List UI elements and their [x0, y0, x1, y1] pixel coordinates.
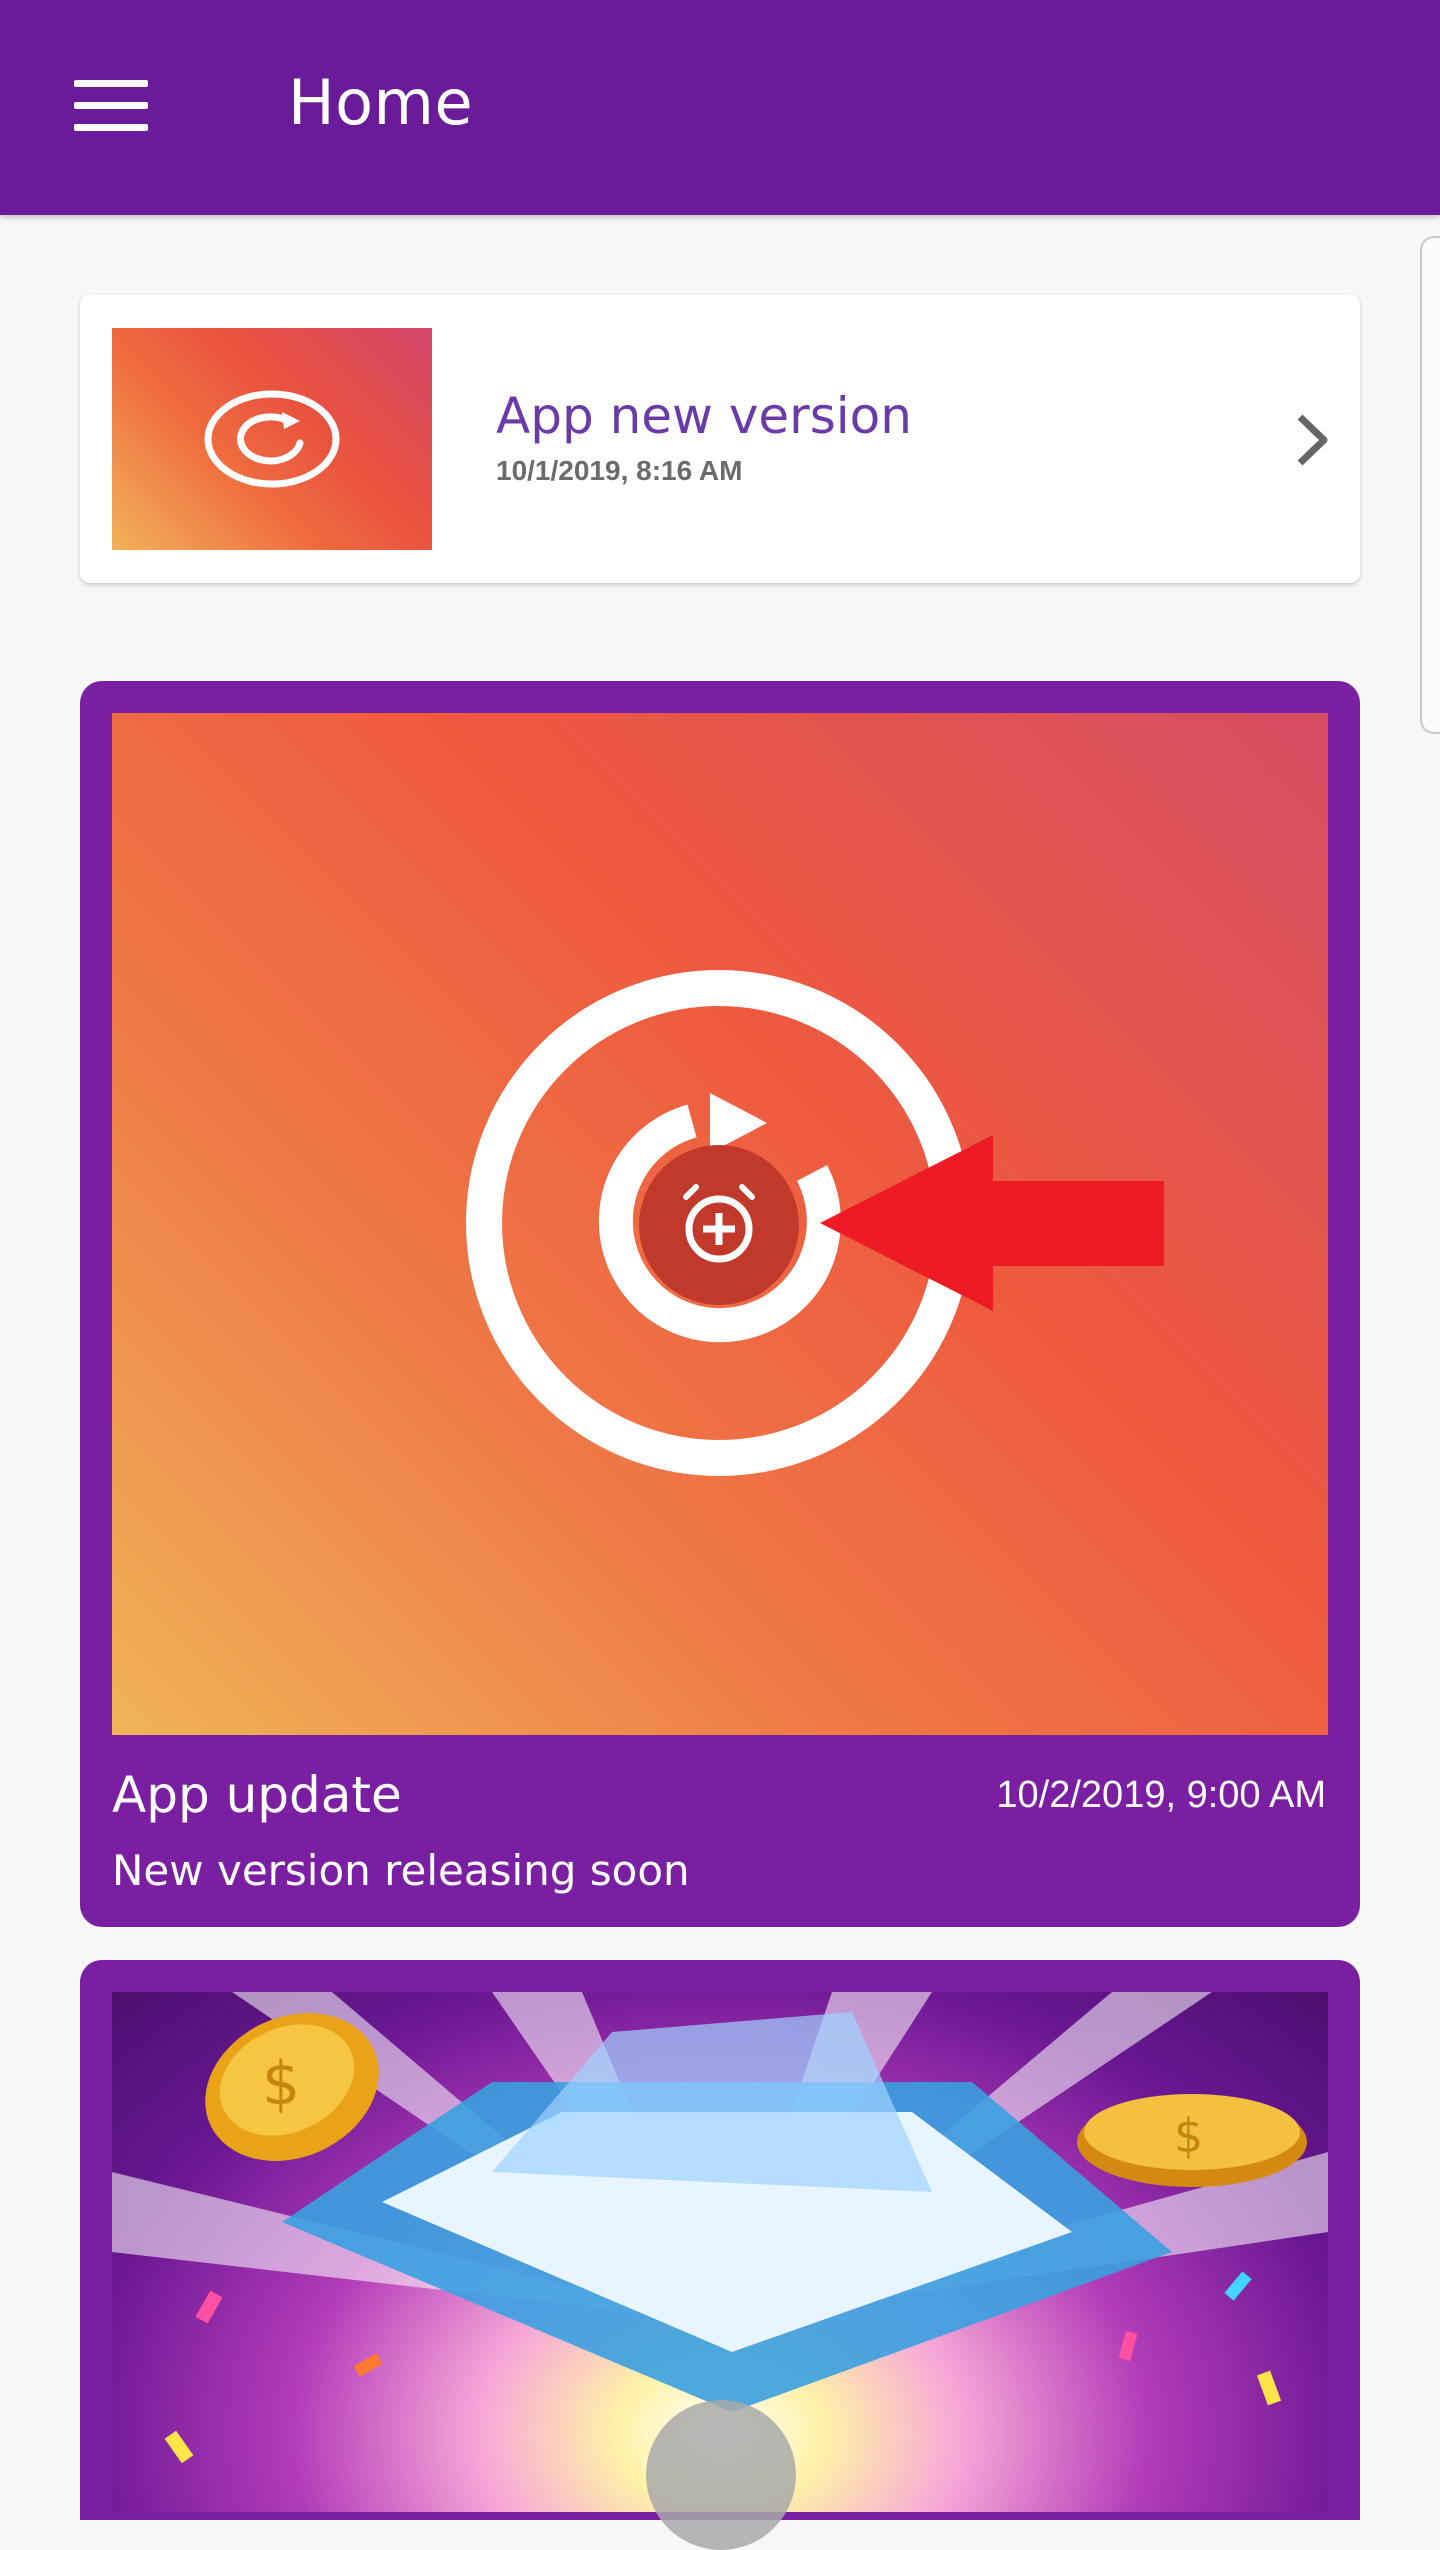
notification-title: App new version	[496, 387, 912, 445]
promo-card[interactable]: $ $	[80, 1960, 1360, 2550]
play-button-icon[interactable]	[646, 2400, 796, 2550]
coin-left: $	[205, 2013, 379, 2161]
feature-date: 10/2/2019, 9:00 AM	[996, 1774, 1326, 1816]
scroll-handle[interactable]	[1420, 236, 1440, 734]
page-title: Home	[288, 66, 474, 139]
svg-text:$: $	[262, 2049, 300, 2119]
coin-right: $	[1077, 2094, 1307, 2187]
feature-card[interactable]: App update 10/2/2019, 9:00 AM New versio…	[80, 681, 1360, 1927]
refresh-circle-icon	[204, 390, 340, 488]
feature-image	[112, 713, 1328, 1735]
notification-card[interactable]: App new version 10/1/2019, 8:16 AM	[80, 295, 1360, 583]
notification-date: 10/1/2019, 8:16 AM	[496, 455, 743, 486]
feature-subtitle: New version releasing soon	[112, 1846, 690, 1895]
chevron-right-icon[interactable]	[1288, 405, 1338, 475]
app-bar: Home	[0, 0, 1440, 215]
feature-title: App update	[112, 1766, 402, 1824]
hamburger-menu-icon[interactable]	[74, 80, 150, 132]
red-arrow-left-icon	[820, 1135, 1164, 1311]
svg-text:$: $	[1174, 2109, 1203, 2163]
notification-thumbnail	[112, 328, 432, 550]
